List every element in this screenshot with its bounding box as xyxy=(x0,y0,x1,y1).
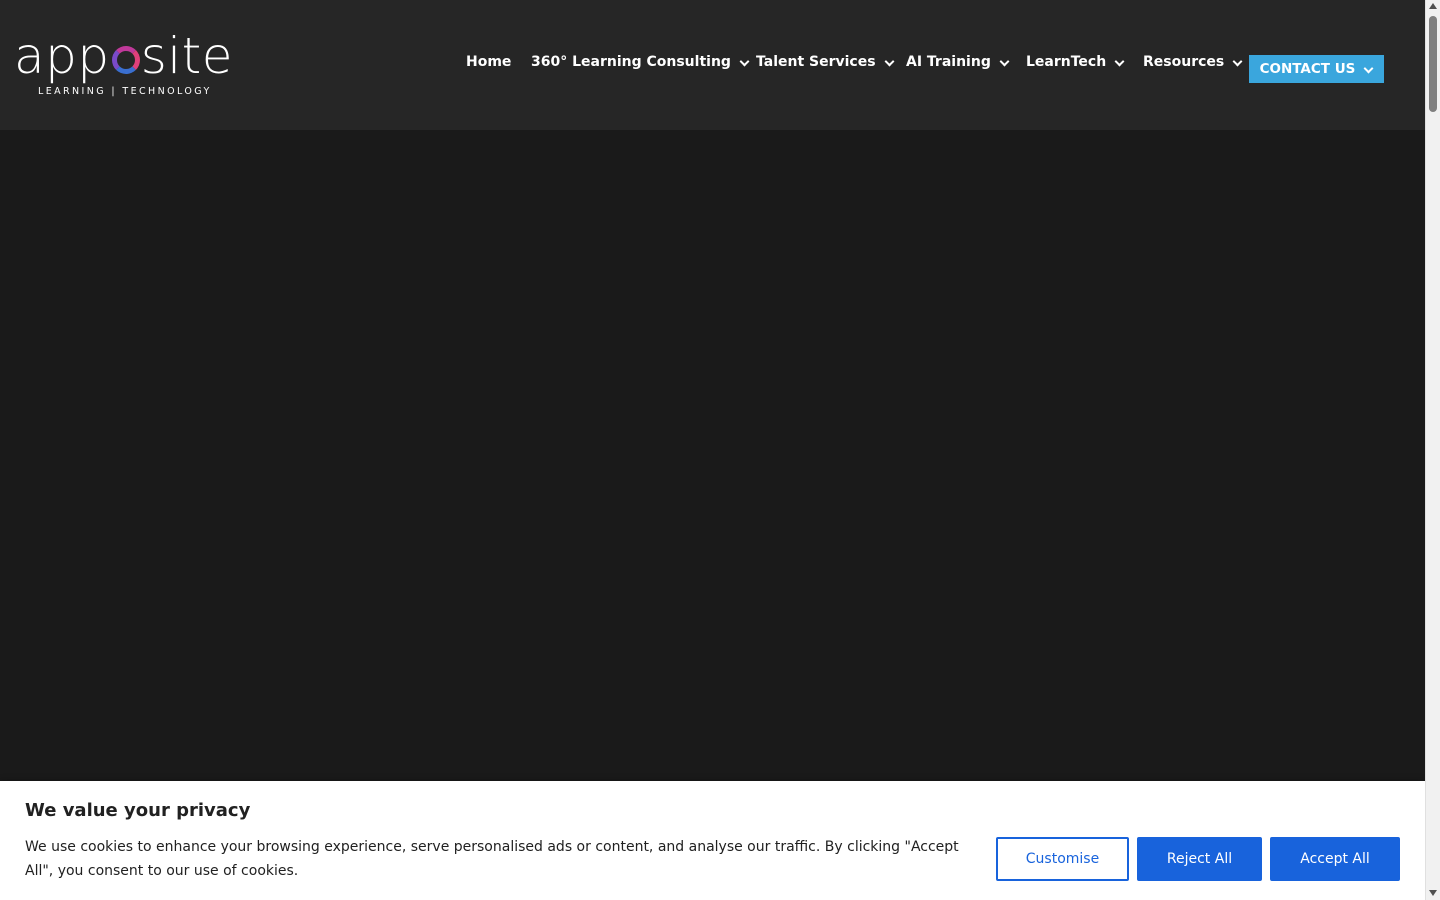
apposite-logo[interactable]: apposite LEARNING | TECHNOLOGY xyxy=(14,28,244,100)
logo-tagline: LEARNING | TECHNOLOGY xyxy=(38,86,212,97)
site-header: apposite LEARNING | TECHNOLOGY Home 360°… xyxy=(0,0,1425,130)
cookie-banner-title: We value your privacy xyxy=(25,800,251,821)
nav-item-label: Home xyxy=(466,54,512,70)
logo-o-ring-icon xyxy=(111,46,140,74)
chevron-down-icon xyxy=(999,57,1009,67)
nav-item-label: 360° Learning Consulting xyxy=(531,54,731,70)
chevron-down-icon xyxy=(884,57,894,67)
nav-item-talent-services[interactable]: Talent Services xyxy=(756,50,894,74)
accept-all-button[interactable]: Accept All xyxy=(1270,837,1400,881)
nav-item-label: Talent Services xyxy=(756,54,876,70)
scrollbar-thumb[interactable] xyxy=(1429,16,1437,112)
nav-item-home[interactable]: Home xyxy=(466,50,511,74)
nav-item-label: AI Training xyxy=(906,54,991,70)
nav-item-learntech[interactable]: LearnTech xyxy=(1026,50,1124,74)
contact-us-label: CONTACT US xyxy=(1259,61,1356,77)
logo-wordmark: apposite xyxy=(14,27,234,85)
chevron-down-icon xyxy=(1114,57,1124,67)
scroll-down-arrow-icon[interactable] xyxy=(1429,890,1437,896)
hero-section xyxy=(0,130,1425,780)
page-scrollbar[interactable] xyxy=(1425,0,1440,900)
nav-item-label: LearnTech xyxy=(1026,54,1107,70)
scroll-up-arrow-icon[interactable] xyxy=(1429,3,1437,9)
reject-all-button[interactable]: Reject All xyxy=(1137,837,1262,881)
nav-item-label: Resources xyxy=(1143,54,1225,70)
chevron-down-icon xyxy=(1363,64,1373,74)
nav-item-ai-training[interactable]: AI Training xyxy=(906,50,1009,74)
customise-button[interactable]: Customise xyxy=(996,837,1129,881)
chevron-down-icon xyxy=(739,57,749,67)
cookie-banner: We value your privacy We use cookies to … xyxy=(0,781,1425,900)
contact-us-button[interactable]: CONTACT US xyxy=(1249,55,1384,83)
nav-item-resources[interactable]: Resources xyxy=(1143,50,1242,74)
chevron-down-icon xyxy=(1232,57,1242,67)
nav-item-learning-consulting[interactable]: 360° Learning Consulting xyxy=(531,50,749,74)
cookie-banner-text: We use cookies to enhance your browsing … xyxy=(25,839,959,879)
